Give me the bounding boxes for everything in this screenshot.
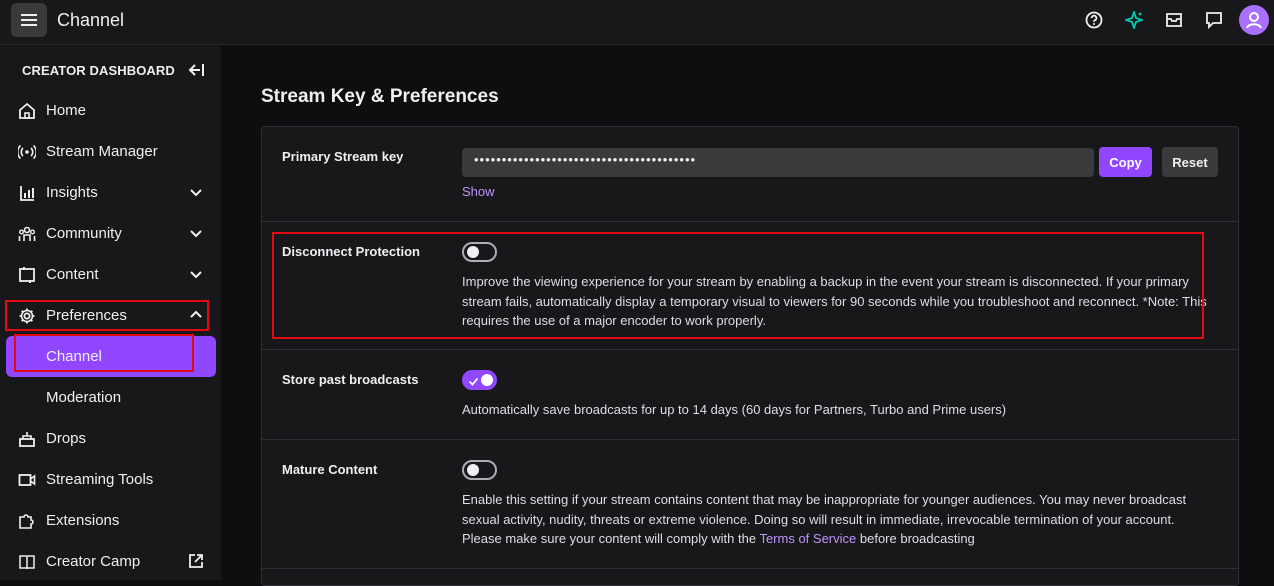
mature-content-label: Mature Content [282, 462, 378, 477]
sidebar-item-insights[interactable]: Insights [6, 172, 216, 213]
sidebar-item-preferences[interactable]: Preferences [6, 295, 216, 336]
sidebar-item-label: Home [46, 102, 87, 119]
chevron-down-icon [188, 225, 204, 241]
description-text: before broadcasting [856, 531, 975, 546]
divider [262, 349, 1238, 350]
collapse-sidebar-icon[interactable] [186, 61, 206, 79]
disconnect-protection-description: Improve the viewing experience for your … [462, 274, 1207, 328]
sidebar-item-label: Insights [46, 184, 98, 201]
sidebar-item-label: Streaming Tools [46, 471, 154, 488]
sidebar-item-label: Drops [46, 430, 87, 447]
sidebar-header: CREATOR DASHBOARD [22, 63, 175, 78]
toggle-knob [481, 374, 493, 386]
mature-content-toggle[interactable] [462, 460, 497, 480]
copy-button[interactable]: Copy [1099, 147, 1152, 177]
sidebar-item-label: Creator Camp [46, 553, 141, 570]
sidebar-item-community[interactable]: Community [6, 213, 216, 254]
show-key-link[interactable]: Show [462, 184, 495, 199]
divider [262, 221, 1238, 222]
menu-icon[interactable] [11, 3, 47, 37]
puzzle-icon [17, 511, 37, 531]
reset-button[interactable]: Reset [1162, 147, 1218, 177]
disconnect-protection-label: Disconnect Protection [282, 244, 420, 259]
disconnect-protection-toggle[interactable] [462, 242, 497, 262]
divider [262, 568, 1238, 569]
sidebar-item-label: Community [46, 225, 122, 242]
home-icon [17, 101, 37, 121]
book-icon [17, 552, 37, 572]
insights-icon [17, 183, 37, 203]
content-icon [17, 265, 37, 285]
sidebar-item-label: Preferences [46, 307, 127, 324]
chevron-up-icon [188, 307, 204, 323]
chevron-down-icon [188, 184, 204, 200]
stream-key-label: Primary Stream key [282, 149, 404, 164]
sidebar-item-extensions[interactable]: Extensions [6, 500, 216, 541]
sidebar-item-stream-manager[interactable]: Stream Manager [6, 131, 216, 172]
sidebar-item-label: Moderation [46, 389, 122, 406]
divider [262, 439, 1238, 440]
page-title: Channel [57, 10, 125, 30]
sidebar-item-channel[interactable]: Channel [6, 336, 216, 377]
community-icon [17, 224, 37, 244]
check-icon [468, 374, 479, 392]
mature-content-description: Enable this setting if your stream conta… [462, 490, 1207, 549]
toggle-knob [467, 464, 479, 476]
chevron-down-icon [188, 266, 204, 282]
sidebar-item-label: Content [46, 266, 99, 283]
sidebar-item-home[interactable]: Home [6, 90, 216, 131]
section-title: Stream Key & Preferences [261, 86, 499, 107]
sparkle-icon[interactable] [1124, 10, 1144, 30]
sidebar-item-content[interactable]: Content [6, 254, 216, 295]
external-link-icon [188, 553, 204, 569]
help-icon[interactable] [1084, 10, 1104, 30]
sidebar-item-label: Stream Manager [46, 143, 158, 160]
whispers-icon[interactable] [1204, 10, 1224, 30]
camera-icon [17, 470, 37, 490]
toggle-knob [467, 246, 479, 258]
store-past-broadcasts-description: Automatically save broadcasts for up to … [462, 402, 1007, 417]
sidebar-item-label: Extensions [46, 512, 120, 529]
store-past-broadcasts-toggle[interactable] [462, 370, 497, 390]
sidebar: CREATOR DASHBOARD Home Stream Manager In… [0, 46, 221, 580]
stream-key-field[interactable]: •••••••••••••••••••••••••••••••••••••••• [462, 148, 1094, 177]
avatar-icon[interactable] [1239, 5, 1269, 35]
sidebar-item-drops[interactable]: Drops [6, 418, 216, 459]
sidebar-item-moderation[interactable]: Moderation [6, 377, 216, 418]
sidebar-item-streaming-tools[interactable]: Streaming Tools [6, 459, 216, 500]
terms-of-service-link[interactable]: Terms of Service [759, 531, 856, 546]
store-past-broadcasts-label: Store past broadcasts [282, 372, 419, 387]
inbox-icon[interactable] [1164, 10, 1184, 30]
gear-icon [17, 306, 37, 326]
broadcast-icon [17, 142, 37, 162]
sidebar-item-label: Channel [46, 348, 102, 365]
drops-icon [17, 429, 37, 449]
top-bar: Channel [0, 0, 1274, 45]
sidebar-item-creator-camp[interactable]: Creator Camp [6, 541, 216, 582]
